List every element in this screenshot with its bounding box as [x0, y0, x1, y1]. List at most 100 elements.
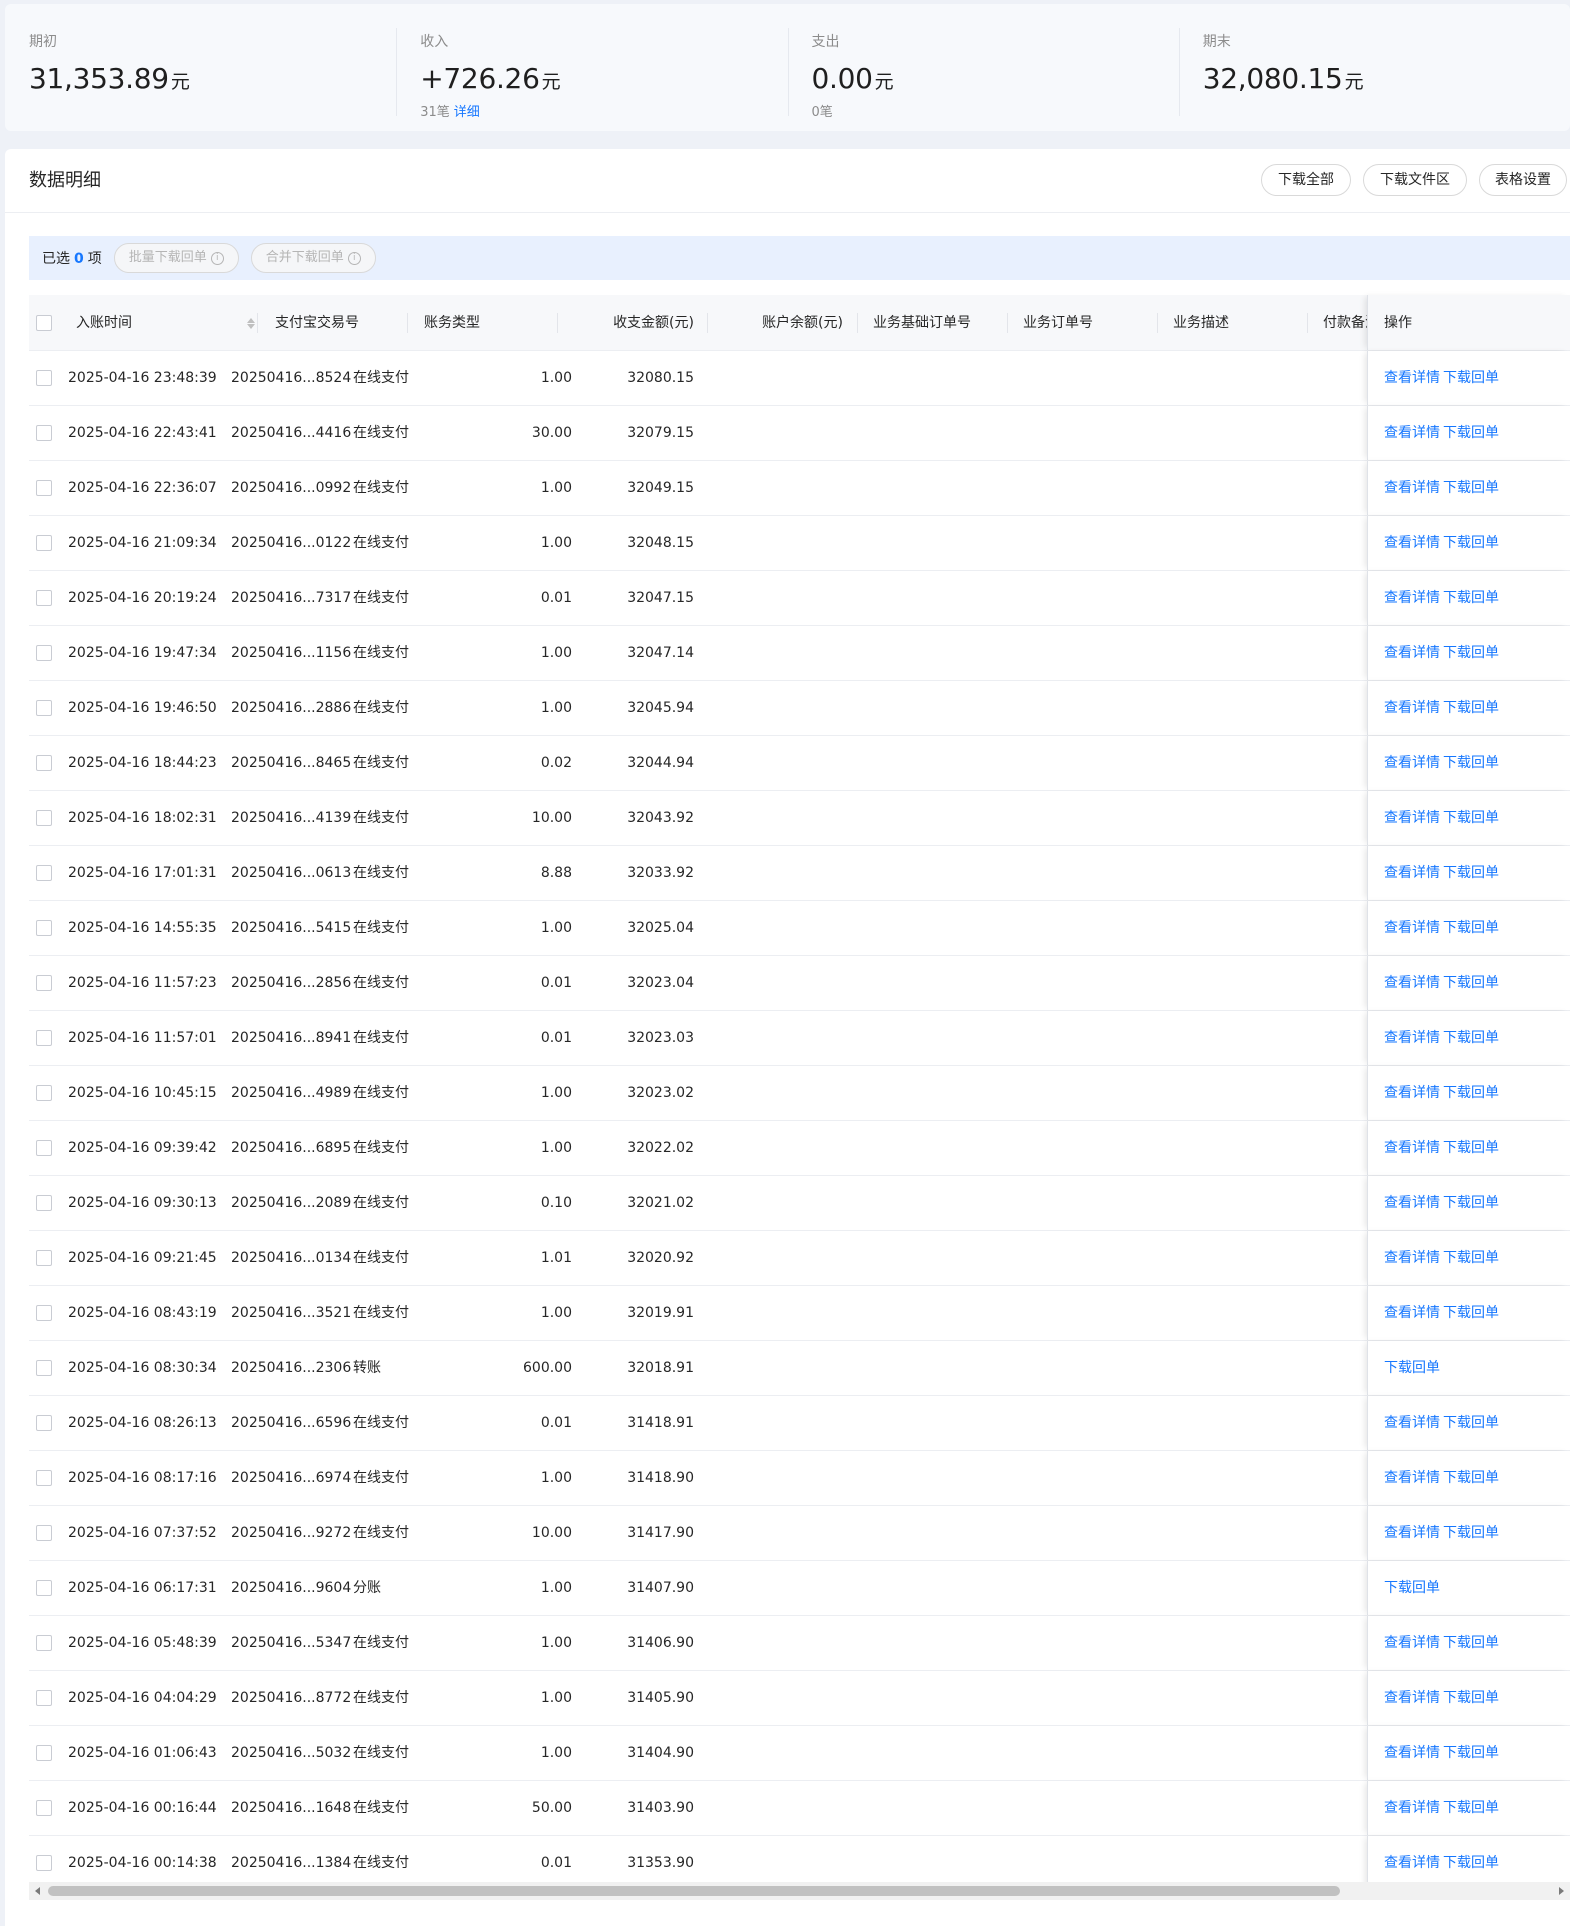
download-receipt-link[interactable]: 下载回单: [1443, 846, 1499, 901]
view-detail-link[interactable]: 查看详情: [1384, 1396, 1440, 1451]
view-detail-link[interactable]: 查看详情: [1384, 461, 1440, 516]
download-receipt-link[interactable]: 下载回单: [1443, 1726, 1499, 1781]
row-checkbox[interactable]: [36, 1470, 52, 1486]
download-receipt-link[interactable]: 下载回单: [1443, 516, 1499, 571]
row-checkbox[interactable]: [36, 1415, 52, 1431]
table-row[interactable]: 2025-04-16 18:44:23 20250416...8465 在线支付 0.…: [29, 736, 1570, 791]
select-all-checkbox[interactable]: [36, 315, 52, 331]
row-checkbox[interactable]: [36, 1855, 52, 1871]
row-checkbox[interactable]: [36, 645, 52, 661]
download-receipt-link[interactable]: 下载回单: [1443, 1121, 1499, 1176]
table-row[interactable]: 2025-04-16 04:04:29 20250416...8772 在线支付 1.…: [29, 1671, 1570, 1726]
view-detail-link[interactable]: 查看详情: [1384, 681, 1440, 736]
horizontal-scrollbar[interactable]: [29, 1882, 1570, 1900]
table-row[interactable]: 2025-04-16 09:30:13 20250416...2089 在线支付 0.…: [29, 1176, 1570, 1231]
table-row[interactable]: 2025-04-16 00:16:44 20250416...1648 在线支付 50…: [29, 1781, 1570, 1836]
download-all-button[interactable]: 下载全部: [1261, 164, 1351, 196]
download-receipt-link[interactable]: 下载回单: [1443, 1011, 1499, 1066]
table-row[interactable]: 2025-04-16 21:09:34 20250416...0122 在线支付 1.…: [29, 516, 1570, 571]
download-receipt-link[interactable]: 下载回单: [1443, 1671, 1499, 1726]
table-row[interactable]: 2025-04-16 05:48:39 20250416...5347 在线支付 1.…: [29, 1616, 1570, 1671]
view-detail-link[interactable]: 查看详情: [1384, 1066, 1440, 1121]
table-row[interactable]: 2025-04-16 23:48:39 20250416...8524 在线支付 1.…: [29, 351, 1570, 406]
table-row[interactable]: 2025-04-16 19:46:50 20250416...2886 在线支付 1.…: [29, 681, 1570, 736]
row-checkbox[interactable]: [36, 480, 52, 496]
row-checkbox[interactable]: [36, 590, 52, 606]
view-detail-link[interactable]: 查看详情: [1384, 1506, 1440, 1561]
download-receipt-link[interactable]: 下载回单: [1443, 956, 1499, 1011]
view-detail-link[interactable]: 查看详情: [1384, 571, 1440, 626]
row-checkbox[interactable]: [36, 755, 52, 771]
row-checkbox[interactable]: [36, 425, 52, 441]
view-detail-link[interactable]: 查看详情: [1384, 736, 1440, 791]
row-checkbox[interactable]: [36, 1140, 52, 1156]
view-detail-link[interactable]: 查看详情: [1384, 406, 1440, 461]
table-row[interactable]: 2025-04-16 22:43:41 20250416...4416 在线支付 30…: [29, 406, 1570, 461]
download-receipt-link[interactable]: 下载回单: [1443, 1781, 1499, 1836]
download-receipt-link[interactable]: 下载回单: [1443, 1616, 1499, 1671]
row-checkbox[interactable]: [36, 1305, 52, 1321]
view-detail-link[interactable]: 查看详情: [1384, 846, 1440, 901]
table-row[interactable]: 2025-04-16 20:19:24 20250416...7317 在线支付 0.…: [29, 571, 1570, 626]
row-checkbox[interactable]: [36, 1250, 52, 1266]
view-detail-link[interactable]: 查看详情: [1384, 1616, 1440, 1671]
download-receipt-link[interactable]: 下载回单: [1443, 1231, 1499, 1286]
view-detail-link[interactable]: 查看详情: [1384, 1451, 1440, 1506]
row-checkbox[interactable]: [36, 1195, 52, 1211]
download-receipt-link[interactable]: 下载回单: [1443, 901, 1499, 956]
table-row[interactable]: 2025-04-16 22:36:07 20250416...0992 在线支付 1.…: [29, 461, 1570, 516]
table-row[interactable]: 2025-04-16 07:37:52 20250416...9272 在线支付 10…: [29, 1506, 1570, 1561]
view-detail-link[interactable]: 查看详情: [1384, 1286, 1440, 1341]
download-receipt-link[interactable]: 下载回单: [1443, 351, 1499, 406]
scrollbar-thumb[interactable]: [48, 1886, 1340, 1896]
table-row[interactable]: 2025-04-16 09:21:45 20250416...0134 在线支付 1.…: [29, 1231, 1570, 1286]
download-receipt-link[interactable]: 下载回单: [1443, 1451, 1499, 1506]
table-row[interactable]: 2025-04-16 18:02:31 20250416...4139 在线支付 10…: [29, 791, 1570, 846]
view-detail-link[interactable]: 查看详情: [1384, 351, 1440, 406]
row-checkbox[interactable]: [36, 920, 52, 936]
download-receipt-link[interactable]: 下载回单: [1443, 626, 1499, 681]
view-detail-link[interactable]: 查看详情: [1384, 1781, 1440, 1836]
row-checkbox[interactable]: [36, 1745, 52, 1761]
view-detail-link[interactable]: 查看详情: [1384, 1671, 1440, 1726]
view-detail-link[interactable]: 查看详情: [1384, 1176, 1440, 1231]
download-receipt-link[interactable]: 下载回单: [1443, 681, 1499, 736]
table-row[interactable]: 2025-04-16 19:47:34 20250416...1156 在线支付 1.…: [29, 626, 1570, 681]
row-checkbox[interactable]: [36, 1525, 52, 1541]
row-checkbox[interactable]: [36, 1085, 52, 1101]
table-row[interactable]: 2025-04-16 11:57:01 20250416...8941 在线支付 0.…: [29, 1011, 1570, 1066]
row-checkbox[interactable]: [36, 975, 52, 991]
download-receipt-link[interactable]: 下载回单: [1443, 791, 1499, 846]
scroll-left-icon[interactable]: [35, 1887, 40, 1895]
row-checkbox[interactable]: [36, 1800, 52, 1816]
row-checkbox[interactable]: [36, 1635, 52, 1651]
row-checkbox[interactable]: [36, 370, 52, 386]
view-detail-link[interactable]: 查看详情: [1384, 626, 1440, 681]
table-row[interactable]: 2025-04-16 10:45:15 20250416...4989 在线支付 1.…: [29, 1066, 1570, 1121]
table-row[interactable]: 2025-04-16 06:17:31 20250416...9604 分账 1.00…: [29, 1561, 1570, 1616]
view-detail-link[interactable]: 查看详情: [1384, 901, 1440, 956]
row-checkbox[interactable]: [36, 700, 52, 716]
row-checkbox[interactable]: [36, 810, 52, 826]
table-row[interactable]: 2025-04-16 01:06:43 20250416...5032 在线支付 1.…: [29, 1726, 1570, 1781]
table-row[interactable]: 2025-04-16 14:55:35 20250416...5415 在线支付 1.…: [29, 901, 1570, 956]
row-checkbox[interactable]: [36, 1360, 52, 1376]
view-detail-link[interactable]: 查看详情: [1384, 516, 1440, 571]
download-receipt-link[interactable]: 下载回单: [1443, 1286, 1499, 1341]
download-receipt-link[interactable]: 下载回单: [1384, 1341, 1440, 1396]
table-row[interactable]: 2025-04-16 08:17:16 20250416...6974 在线支付 1.…: [29, 1451, 1570, 1506]
sort-icon[interactable]: [246, 314, 256, 332]
view-detail-link[interactable]: 查看详情: [1384, 1231, 1440, 1286]
row-checkbox[interactable]: [36, 535, 52, 551]
column-header-time[interactable]: 入账时间: [76, 295, 258, 351]
download-receipt-link[interactable]: 下载回单: [1443, 461, 1499, 516]
batch-download-button[interactable]: 批量下载回单 i: [113, 243, 239, 273]
merge-download-button[interactable]: 合并下载回单 i: [250, 243, 376, 273]
view-detail-link[interactable]: 查看详情: [1384, 956, 1440, 1011]
view-detail-link[interactable]: 查看详情: [1384, 1121, 1440, 1176]
view-detail-link[interactable]: 查看详情: [1384, 791, 1440, 846]
row-checkbox[interactable]: [36, 1030, 52, 1046]
row-checkbox[interactable]: [36, 1580, 52, 1596]
view-detail-link[interactable]: 查看详情: [1384, 1011, 1440, 1066]
row-checkbox[interactable]: [36, 1690, 52, 1706]
